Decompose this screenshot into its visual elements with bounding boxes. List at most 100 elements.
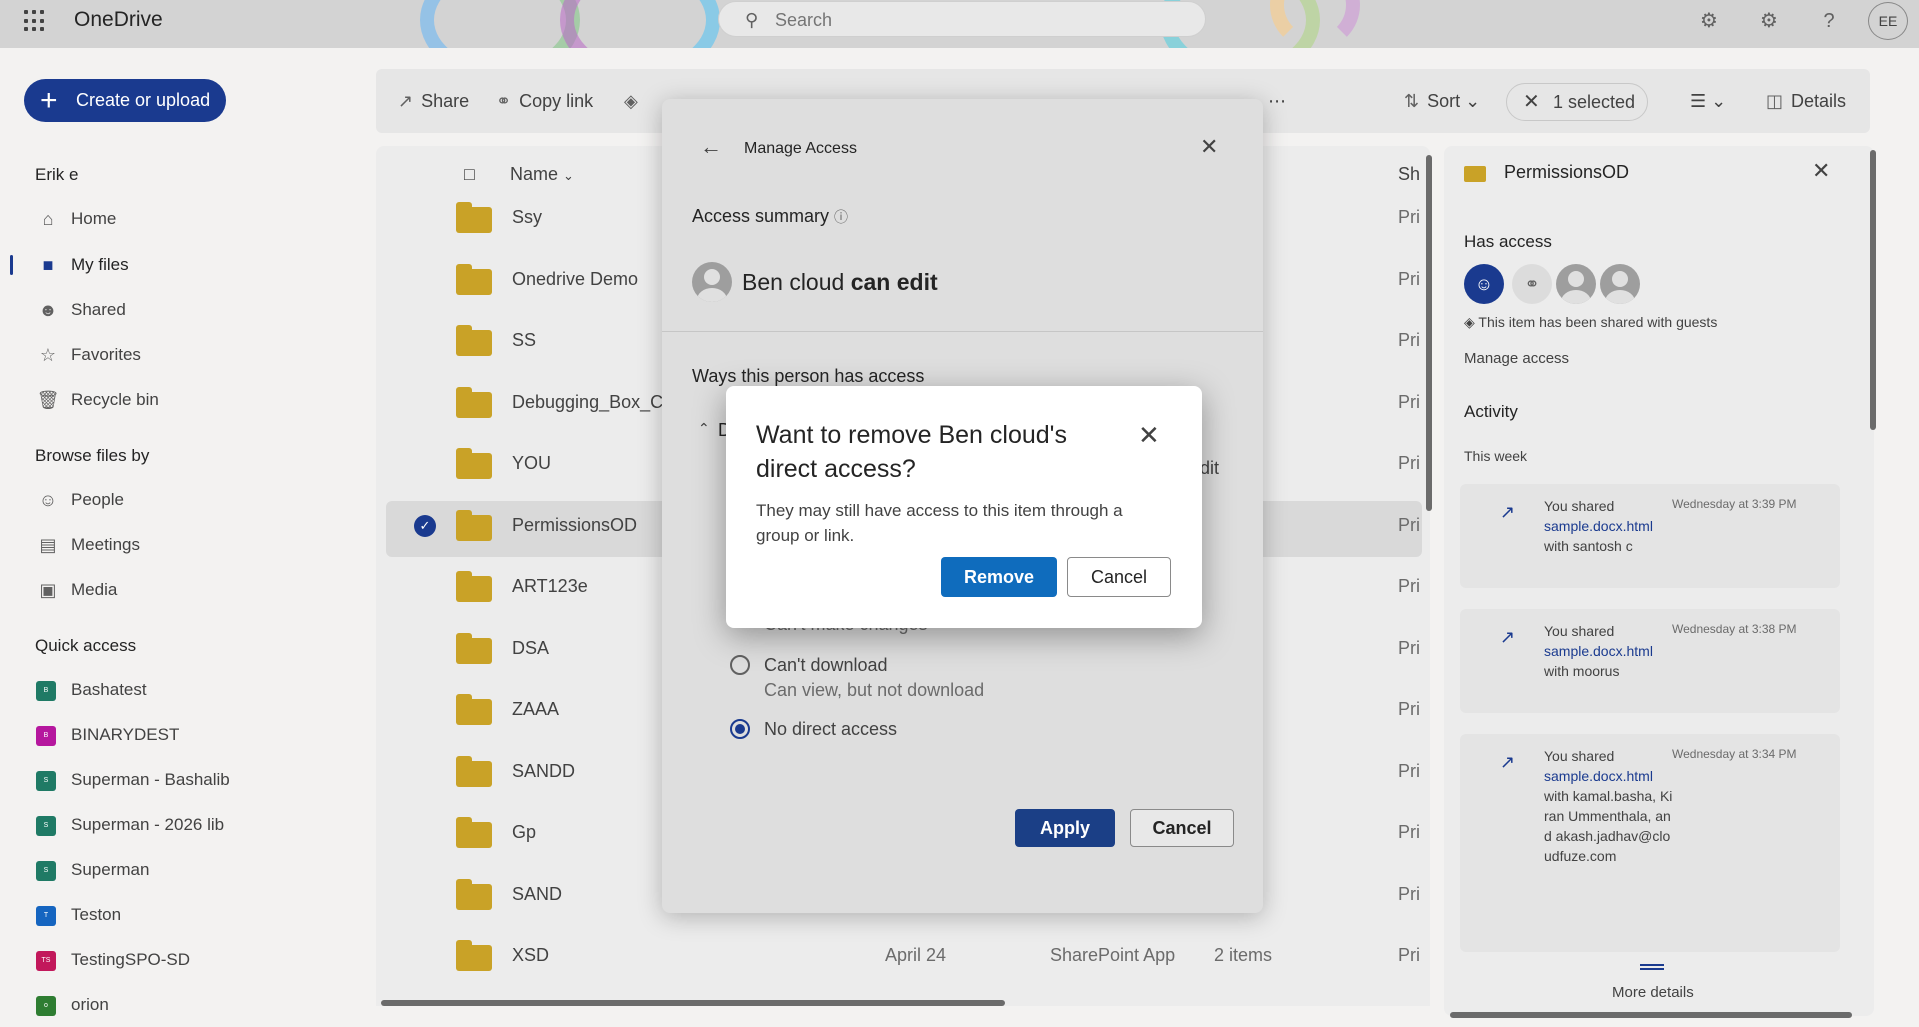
vertical-scrollbar[interactable] bbox=[1426, 155, 1432, 511]
horizontal-scrollbar[interactable] bbox=[381, 1000, 1005, 1006]
quick-access-label: Teston bbox=[71, 905, 122, 924]
copilot-icon[interactable]: ◈ bbox=[624, 89, 646, 113]
more-options-icon[interactable]: ⋯ bbox=[1268, 89, 1286, 113]
sidebar-item-recycle-bin[interactable]: 🗑︎ Recycle bin bbox=[36, 385, 336, 415]
file-name[interactable]: SS bbox=[512, 330, 536, 351]
link-icon[interactable]: ⚭ bbox=[1512, 264, 1552, 304]
details-button[interactable]: ◫ Details bbox=[1766, 89, 1846, 113]
activity-card[interactable]: ↗ You shared sample.docx.html with kamal… bbox=[1460, 734, 1840, 952]
dialog-body: They may still have access to this item … bbox=[756, 501, 1123, 545]
search-input[interactable] bbox=[775, 8, 1175, 32]
folder-icon bbox=[456, 940, 492, 971]
file-name[interactable]: PermissionsOD bbox=[512, 515, 637, 536]
folder-icon bbox=[456, 387, 492, 418]
quick-access-label: BINARYDEST bbox=[71, 725, 180, 744]
file-name[interactable]: Ssy bbox=[512, 207, 542, 228]
settings-icon[interactable]: ⚙ bbox=[1754, 6, 1784, 36]
file-name[interactable]: DSA bbox=[512, 638, 549, 659]
apply-button[interactable]: Apply bbox=[1015, 809, 1115, 847]
activity-card[interactable]: ↗ You shared sample.docx.html with mooru… bbox=[1460, 609, 1840, 713]
sidebar-item-favorites[interactable]: ☆ Favorites bbox=[36, 340, 336, 370]
search-box[interactable]: ⚲ bbox=[718, 1, 1206, 37]
this-week-label: This week bbox=[1464, 448, 1528, 464]
clear-selection-icon[interactable]: ✕ bbox=[1523, 84, 1540, 120]
file-name[interactable]: YOU bbox=[512, 453, 551, 474]
quick-access-item[interactable]: B Bashatest bbox=[36, 675, 336, 705]
avatar[interactable] bbox=[1600, 264, 1640, 304]
sidebar-item-home[interactable]: ⌂ Home bbox=[36, 204, 336, 234]
details-scrollbar[interactable] bbox=[1870, 150, 1876, 430]
manage-access-link[interactable]: Manage access bbox=[1464, 350, 1569, 367]
account-avatar[interactable]: EE bbox=[1868, 2, 1908, 40]
dialog-title: Want to remove Ben cloud's direct access… bbox=[756, 421, 1067, 483]
quick-access-item[interactable]: o orion bbox=[36, 990, 336, 1020]
app-launcher-icon[interactable] bbox=[24, 10, 46, 32]
sidebar-item-meetings[interactable]: ▤ Meetings bbox=[36, 530, 336, 560]
option-label: Can't download bbox=[764, 655, 888, 675]
radio-cant-download[interactable] bbox=[730, 655, 750, 675]
quick-access-item[interactable]: S Superman - Bashalib bbox=[36, 765, 336, 795]
sidebar-item-people[interactable]: ☺ People bbox=[36, 485, 336, 515]
radio-no-direct-access[interactable] bbox=[730, 719, 750, 739]
sharing-cell: Pri bbox=[1398, 576, 1420, 596]
person-permission: Ben cloud can edit bbox=[742, 269, 938, 296]
activity-body: You shared sample.docx.html with santosh… bbox=[1544, 496, 1674, 556]
access-summary-label: Access summary bbox=[692, 206, 830, 226]
file-name[interactable]: SAND bbox=[512, 884, 562, 905]
file-name[interactable]: Debugging_Box_C bbox=[512, 392, 663, 413]
row-checkbox[interactable]: ✓ bbox=[414, 515, 436, 537]
selection-pill[interactable]: ✕ 1 selected bbox=[1506, 83, 1648, 121]
sharing-cell: Pri bbox=[1398, 392, 1420, 412]
avatar[interactable] bbox=[1556, 264, 1596, 304]
sharing-column-header[interactable]: Sh bbox=[1398, 164, 1420, 185]
sidebar-item-shared[interactable]: ☻ Shared bbox=[36, 295, 336, 325]
name-column-header[interactable]: Name ⌄ bbox=[510, 164, 574, 185]
file-name[interactable]: XSD bbox=[512, 945, 549, 966]
file-name[interactable]: Onedrive Demo bbox=[512, 269, 638, 290]
chevron-down-icon: ⌄ bbox=[563, 168, 574, 183]
back-arrow-icon[interactable]: ← bbox=[700, 134, 722, 160]
help-icon[interactable]: ? bbox=[1814, 6, 1844, 36]
copy-link-button[interactable]: ⚭ Copy link bbox=[496, 89, 593, 113]
view-options-button[interactable]: ☰ ⌄ bbox=[1690, 89, 1726, 113]
activity-file-link[interactable]: sample.docx.html bbox=[1544, 641, 1674, 661]
file-name[interactable]: ZAAA bbox=[512, 699, 559, 720]
close-icon[interactable]: ✕ bbox=[1138, 420, 1160, 451]
quick-access-item[interactable]: T Teston bbox=[36, 900, 336, 930]
close-icon[interactable]: ✕ bbox=[1200, 134, 1218, 160]
chevron-up-icon[interactable]: ⌃ bbox=[698, 420, 710, 437]
cancel-button[interactable]: Cancel bbox=[1130, 809, 1234, 847]
sharing-cell: Pri bbox=[1398, 884, 1420, 904]
site-icon: S bbox=[36, 771, 56, 791]
quick-access-item[interactable]: TS TestingSPO-SD bbox=[36, 945, 336, 975]
file-name[interactable]: Gp bbox=[512, 822, 536, 843]
close-icon[interactable]: ✕ bbox=[1812, 158, 1830, 184]
quick-access-item[interactable]: S Superman bbox=[36, 855, 336, 885]
activity-body: You shared sample.docx.html with kamal.b… bbox=[1544, 746, 1674, 866]
details-horizontal-scrollbar[interactable] bbox=[1450, 1012, 1852, 1018]
guests-note-text: This item has been shared with guests bbox=[1478, 314, 1718, 330]
modified-by-cell: SharePoint App bbox=[1050, 945, 1176, 965]
file-name[interactable]: ART123e bbox=[512, 576, 588, 597]
info-icon[interactable]: ⓘ bbox=[834, 209, 848, 225]
activity-file-link[interactable]: sample.docx.html bbox=[1544, 516, 1674, 536]
quick-access-label: Bashatest bbox=[71, 680, 147, 699]
quick-access-item[interactable]: B BINARYDEST bbox=[36, 720, 336, 750]
file-name[interactable]: SANDD bbox=[512, 761, 575, 782]
share-button[interactable]: ↗ Share bbox=[398, 89, 469, 113]
group-avatar-icon[interactable]: ☺ bbox=[1464, 264, 1504, 304]
folder-icon bbox=[456, 817, 492, 848]
sidebar-item-media[interactable]: ▣ Media bbox=[36, 575, 336, 605]
activity-file-link[interactable]: sample.docx.html bbox=[1544, 766, 1674, 786]
app-name[interactable]: OneDrive bbox=[74, 8, 163, 32]
sidebar-item-my-files[interactable]: ■ My files bbox=[36, 250, 336, 280]
dialog-cancel-button[interactable]: Cancel bbox=[1067, 557, 1171, 597]
more-details-link[interactable]: More details bbox=[1612, 984, 1694, 1001]
remove-button[interactable]: Remove bbox=[941, 557, 1057, 597]
community-icon[interactable]: ⚙︎ bbox=[1694, 6, 1724, 36]
activity-card[interactable]: ↗ You shared sample.docx.html with santo… bbox=[1460, 484, 1840, 588]
sort-button[interactable]: ⇅ Sort ⌄ bbox=[1404, 89, 1480, 113]
activity-prefix: You shared bbox=[1544, 498, 1615, 514]
quick-access-item[interactable]: S Superman - 2026 lib bbox=[36, 810, 336, 840]
create-or-upload-button[interactable]: + Create or upload bbox=[24, 79, 226, 122]
